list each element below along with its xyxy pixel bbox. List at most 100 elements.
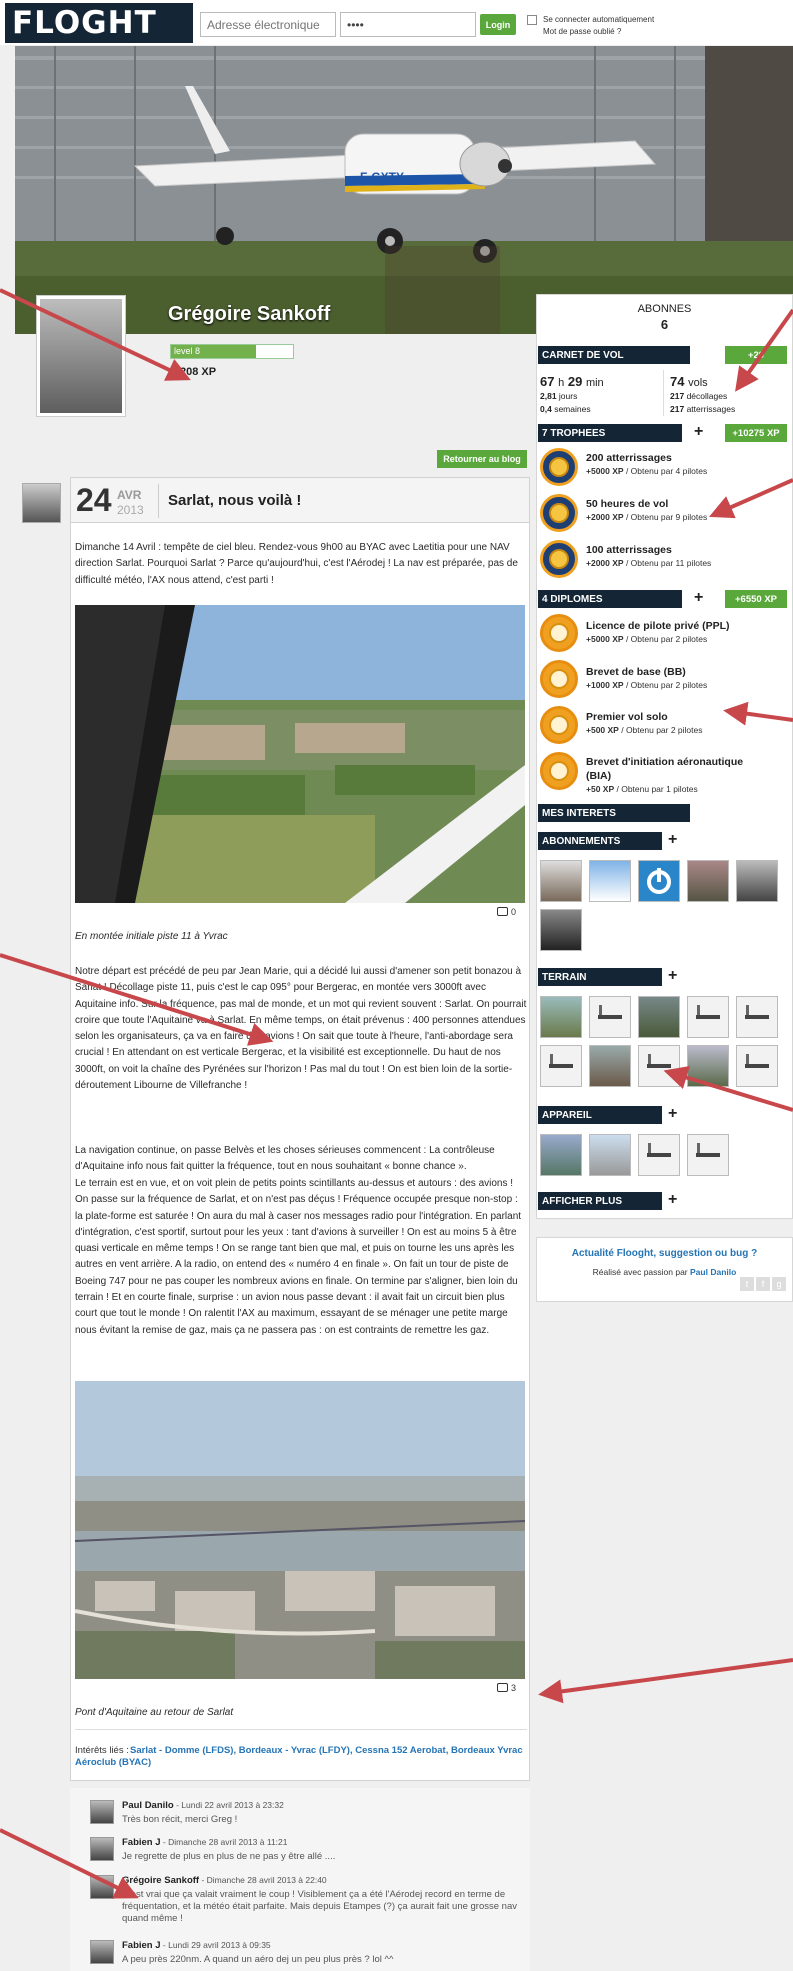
- profile-avatar[interactable]: [36, 295, 126, 417]
- photo2-comment-count[interactable]: 3: [497, 1683, 516, 1693]
- aircraft-thumbnail[interactable]: [540, 1134, 582, 1176]
- password-field[interactable]: [340, 12, 476, 37]
- subscription-avatar[interactable]: [540, 909, 582, 951]
- credits: Réalisé avec passion par Paul Danilo: [536, 1267, 793, 1277]
- airfield-thumbnail[interactable]: [589, 1045, 631, 1087]
- comment-author[interactable]: Grégoire Sankoff: [122, 1875, 199, 1886]
- airfield-placeholder-icon[interactable]: [589, 996, 631, 1038]
- feedback-link[interactable]: Actualité Flooght, suggestion ou bug ?: [536, 1248, 793, 1259]
- aircraft-plus-icon[interactable]: +: [668, 1105, 677, 1123]
- diploma-medal-icon: [540, 614, 578, 652]
- diploma-info: +5000 XP / Obtenu par 2 pilotes: [586, 634, 708, 644]
- trophy-medal-icon: [540, 448, 578, 486]
- airfield-thumbnail[interactable]: [638, 996, 680, 1038]
- svg-text:F-GXTY: F-GXTY: [360, 170, 404, 184]
- subscription-avatar[interactable]: [589, 860, 631, 902]
- comment-date: - Lundi 22 avril 2013 à 23:32: [173, 1800, 284, 1810]
- diploma-medal-icon: [540, 660, 578, 698]
- airfield-header: TERRAIN: [538, 968, 662, 986]
- diploma-medal-icon: [540, 706, 578, 744]
- diploma-info: +500 XP / Obtenu par 2 pilotes: [586, 725, 703, 735]
- diplomas-header: 4 DIPLOMES: [538, 590, 682, 608]
- aircraft-thumbnail[interactable]: [589, 1134, 631, 1176]
- post-photo-bridge[interactable]: [75, 1381, 525, 1679]
- diploma-name: Premier vol solo: [586, 711, 668, 723]
- power-icon: [647, 868, 671, 894]
- twitter-icon[interactable]: t: [740, 1277, 754, 1291]
- trophies-xp-badge: +10275 XP: [725, 424, 787, 442]
- google-icon[interactable]: g: [772, 1277, 786, 1291]
- comment-avatar[interactable]: [90, 1837, 114, 1861]
- author-thumbnail[interactable]: [22, 483, 61, 523]
- diploma-medal-icon: [540, 752, 578, 790]
- diploma-name: Brevet d'initiation aéronautique: [586, 756, 744, 768]
- subscription-avatar[interactable]: [638, 860, 680, 902]
- login-button[interactable]: Login: [480, 14, 516, 35]
- related-interest-links[interactable]: Sarlat - Domme (LFDS), Bordeaux - Yvrac …: [75, 1745, 523, 1769]
- subscription-avatar[interactable]: [736, 860, 778, 902]
- email-field[interactable]: [200, 12, 336, 37]
- return-to-blog-button[interactable]: Retourner au blog: [437, 450, 527, 468]
- post-intro: Dimanche 14 Avril : tempête de ciel bleu…: [75, 542, 518, 586]
- airfield-plus-icon[interactable]: +: [668, 967, 677, 985]
- comment-date: - Lundi 29 avril 2013 à 09:35: [160, 1940, 271, 1950]
- airfield-placeholder-icon[interactable]: [540, 1045, 582, 1087]
- trophies-header: 7 TROPHEES: [538, 424, 682, 442]
- flight-weeks: 0,4 semaines: [540, 404, 591, 414]
- post-month: AVR: [117, 488, 142, 502]
- trophy-name: 200 atterrissages: [586, 452, 672, 464]
- post-photo-climb[interactable]: [75, 605, 525, 903]
- flight-log-divider: [663, 370, 664, 416]
- airfield-placeholder-icon[interactable]: [687, 996, 729, 1038]
- show-more-plus-icon[interactable]: +: [668, 1191, 677, 1209]
- comment-author[interactable]: Fabien J: [122, 1837, 161, 1848]
- annotation-arrow: [538, 1658, 793, 1704]
- comment-avatar[interactable]: [90, 1875, 114, 1899]
- airfield-placeholder-icon[interactable]: [736, 1045, 778, 1087]
- trophy-info: +2000 XP / Obtenu par 11 pilotes: [586, 558, 712, 568]
- diplomas-xp-badge: +6550 XP: [725, 590, 787, 608]
- comment-avatar[interactable]: [90, 1800, 114, 1824]
- photo1-comment-count[interactable]: 0: [497, 907, 516, 917]
- photo1-caption: En montée initiale piste 11 à Yvrac: [75, 931, 228, 942]
- takeoffs: 217 décollages: [670, 391, 728, 401]
- diploma-info: +1000 XP / Obtenu par 2 pilotes: [586, 680, 708, 690]
- landings: 217 atterrissages: [670, 404, 736, 414]
- comment-avatar[interactable]: [90, 1940, 114, 1964]
- flight-log-xp-badge: +29: [725, 346, 787, 364]
- diploma-name: Licence de pilote privé (PPL): [586, 620, 730, 632]
- trophy-info: +5000 XP / Obtenu par 4 pilotes: [586, 466, 708, 476]
- flooght-logo[interactable]: FLOGHT: [5, 3, 193, 43]
- airfield-placeholder-icon[interactable]: [638, 1045, 680, 1087]
- subscriptions-plus-icon[interactable]: +: [668, 831, 677, 849]
- diploma-name: Brevet de base (BB): [586, 666, 686, 678]
- auto-login-checkbox[interactable]: [527, 15, 537, 25]
- comment-author[interactable]: Fabien J: [122, 1940, 161, 1951]
- aircraft-header: APPAREIL: [538, 1106, 662, 1124]
- show-more-header[interactable]: AFFICHER PLUS: [538, 1192, 662, 1210]
- facebook-icon[interactable]: f: [756, 1277, 770, 1291]
- date-divider: [158, 484, 159, 518]
- airfield-thumbnail[interactable]: [540, 996, 582, 1038]
- subscription-avatar[interactable]: [687, 860, 729, 902]
- airfield-thumbnail[interactable]: [687, 1045, 729, 1087]
- subscription-avatar[interactable]: [540, 860, 582, 902]
- cover-airplane-image: F-GXTY: [15, 46, 793, 334]
- comment-text: Je regrette de plus en plus de ne pas y …: [122, 1851, 336, 1862]
- post-title[interactable]: Sarlat, nous voilà !: [168, 492, 301, 509]
- related-divider: [75, 1729, 527, 1730]
- trophy-medal-icon: [540, 540, 578, 578]
- interests-header: MES INTERETS: [538, 804, 690, 822]
- credits-author-link[interactable]: Paul Danilo: [690, 1267, 736, 1277]
- diplomas-plus-icon[interactable]: +: [694, 589, 703, 607]
- subscribers-label[interactable]: ABONNES: [536, 303, 793, 315]
- trophy-name: 50 heures de vol: [586, 498, 669, 510]
- comment-author[interactable]: Paul Danilo: [122, 1800, 174, 1811]
- aircraft-placeholder-icon[interactable]: [687, 1134, 729, 1176]
- trophies-plus-icon[interactable]: +: [694, 423, 703, 441]
- comment-icon: [497, 907, 508, 916]
- airfield-placeholder-icon[interactable]: [736, 996, 778, 1038]
- forgot-password-link[interactable]: Mot de passe oublié ?: [543, 27, 621, 36]
- subscribers-count: 6: [660, 317, 669, 332]
- aircraft-placeholder-icon[interactable]: [638, 1134, 680, 1176]
